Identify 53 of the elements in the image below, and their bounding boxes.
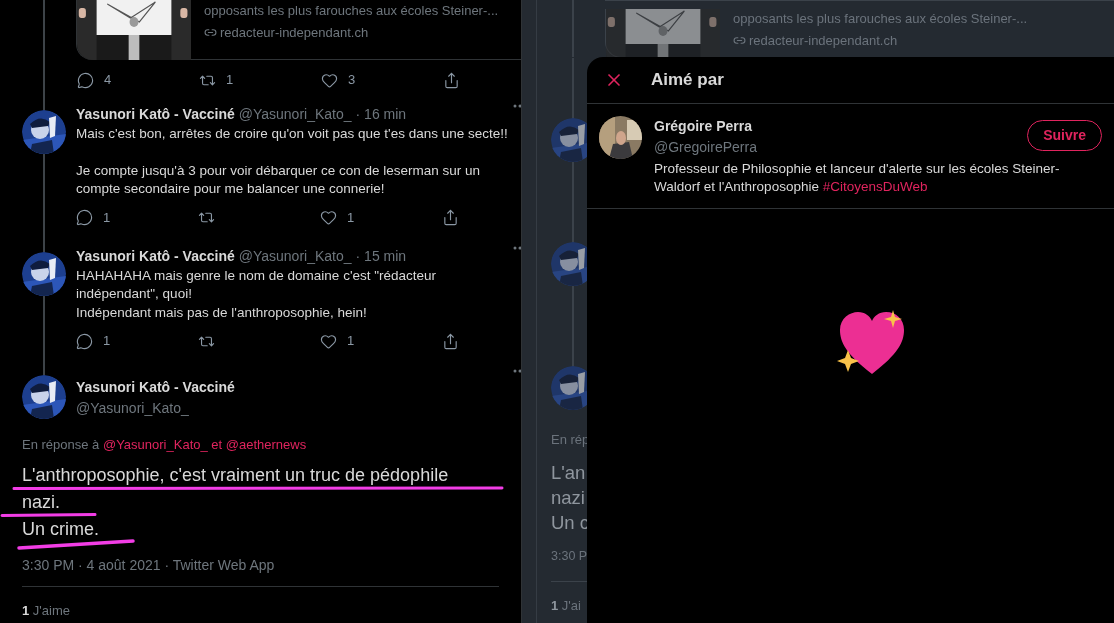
mention-link[interactable]: @aethernews (225, 437, 307, 452)
reply-icon[interactable] (77, 71, 94, 89)
tweet-text: HAHAHAHA mais genre le nom de domaine c'est "rédacteur indépendant", quoi! Indépendant mais pas de l'anthroposophie, hein! (76, 266, 438, 322)
action-count: 1 (103, 332, 111, 351)
link-description: opposants les plus farouches aux écoles Steiner-... (733, 10, 1028, 28)
more-icon[interactable] (513, 245, 521, 250)
author-handle[interactable]: @Yasunori_Kato_ (76, 398, 521, 419)
more-icon[interactable] (513, 104, 521, 108)
link-card[interactable]: opposants les plus farouches aux écoles Steiner-... redacteur-independant.ch (76, 0, 521, 60)
link-domain[interactable]: redacteur-independant.ch (749, 30, 898, 50)
author-handle[interactable]: @Yasunori_Kato_ (238, 104, 352, 125)
reply-icon[interactable] (76, 209, 93, 226)
action-count: 3 (348, 71, 356, 90)
share-icon[interactable] (442, 332, 459, 350)
author-name[interactable]: Yasunori Katô - Vacciné (76, 377, 521, 398)
tweet-meta: 3:30 PM · 4 août 2021 · Twitter Web App (22, 555, 276, 575)
tweet-text: Mais c'est bon, arrêtes de croire qu'on voit pas que t'es dans une secte!! (76, 125, 509, 143)
share-icon[interactable] (442, 209, 459, 226)
more-icon[interactable] (513, 369, 521, 373)
reply-context: En réponse à @Yasunori_Kato_ et @aethernews (22, 436, 308, 454)
dialog-title: Aimé par (651, 69, 724, 92)
tweet-text: nazi (551, 485, 586, 510)
reply-icon[interactable] (76, 332, 93, 350)
user-handle[interactable]: @GregoirePerra (654, 137, 757, 158)
action-count: 1 (347, 332, 355, 351)
hashtag-link[interactable]: #CitoyensDuWeb (822, 179, 928, 194)
action-count: 1 (103, 208, 111, 227)
tweet-meta: 3:30 P (551, 547, 589, 565)
heart-icon[interactable] (320, 332, 337, 350)
action-count: 1 (347, 208, 355, 227)
author-name[interactable]: Yasunori Katô - Vacciné (76, 104, 235, 125)
tweet-text: nazi. (22, 491, 61, 512)
heart-icon[interactable] (320, 209, 337, 226)
tweet-text: Un crime. (22, 518, 99, 539)
tweet-text: L'anthroposophie, c'est vraiment un truc de pédophile (22, 464, 449, 485)
user-row[interactable]: Grégoire Perra @GregoirePerra Suivre Professeur de Philosophie et lanceur d'alerte sur les écoles Steiner-Waldorf et l'Anthroposophie #CitoyensDuWeb (587, 104, 1114, 209)
tweet-text: Je compte jusqu'à 3 pour voir débarquer ce con de leserman sur un compte secondaire pour me balancer une connerie! (76, 161, 482, 198)
link-description: opposants les plus farouches aux écoles Steiner-... (204, 2, 499, 20)
user-name[interactable]: Grégoire Perra (654, 116, 757, 137)
action-count: 1 (226, 71, 234, 90)
like-count[interactable]: 1 J'aime (22, 602, 71, 618)
action-count: 4 (104, 71, 112, 90)
share-icon[interactable] (443, 71, 460, 89)
user-bio: Professeur de Philosophie et lanceur d'alerte sur les écoles Steiner-Waldorf et l'Anthroposophie #CitoyensDuWeb (654, 160, 1061, 196)
tweet-text: L'an (551, 460, 587, 485)
author-handle[interactable]: @Yasunori_Kato_ (238, 245, 352, 267)
mention-link[interactable]: @Yasunori_Kato_ (102, 437, 208, 452)
like-count[interactable]: 1 J'ai (551, 598, 581, 614)
author-name[interactable]: Yasunori Katô - Vacciné (76, 245, 235, 267)
heart-icon[interactable] (321, 71, 338, 89)
tweet-time[interactable]: · 16 min (355, 104, 407, 125)
tweet-time[interactable]: · 15 min (355, 245, 407, 267)
link-domain[interactable]: redacteur-independant.ch (220, 22, 369, 42)
